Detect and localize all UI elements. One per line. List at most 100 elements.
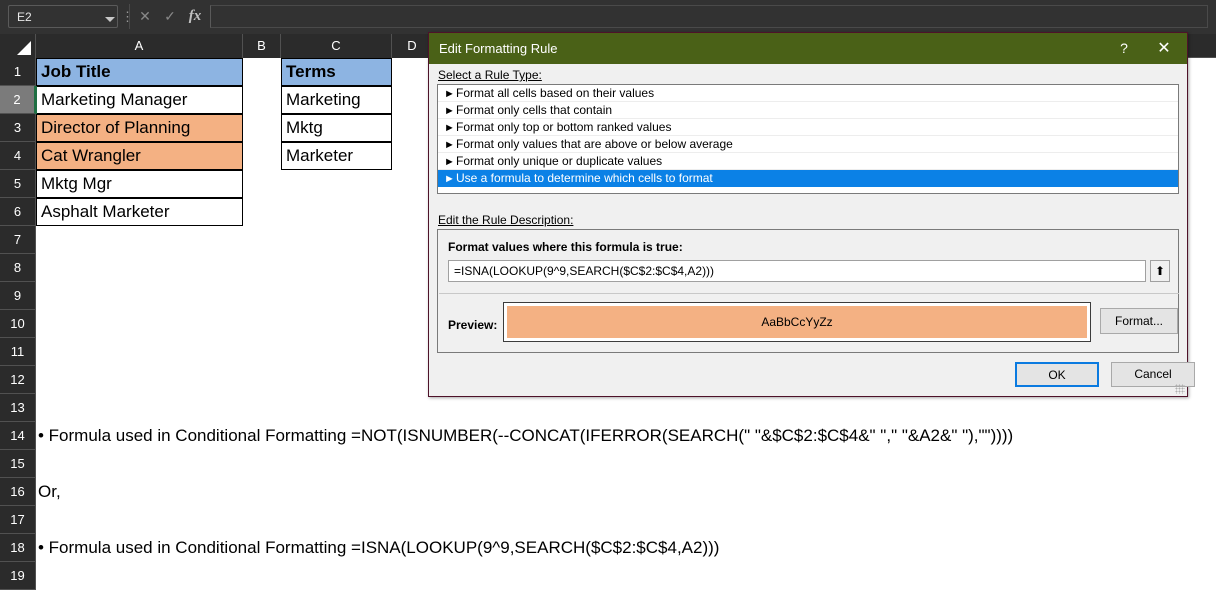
chevron-down-icon[interactable] (105, 17, 115, 22)
row-header-1[interactable]: 1 (0, 58, 36, 86)
rule-type-item-5[interactable]: ►Use a formula to determine which cells … (438, 170, 1178, 187)
row-header-label: 7 (13, 232, 22, 247)
select-all-button[interactable] (0, 34, 36, 58)
cell-text: • Formula used in Conditional Formatting… (38, 426, 1014, 445)
formula-bar-divider (129, 4, 130, 29)
preview-swatch-container: AaBbCcYyZz (503, 302, 1091, 342)
row-header-15[interactable]: 15 (0, 450, 36, 478)
cell-text: Mktg Mgr (41, 174, 112, 193)
row-header-label: 18 (10, 540, 25, 555)
formula-bar-drag-handle-icon[interactable]: ⋮ (121, 8, 134, 26)
cell-A4[interactable]: Cat Wrangler (36, 142, 243, 170)
column-header-b[interactable]: B (243, 34, 281, 58)
row-header-4[interactable]: 4 (0, 142, 36, 170)
row-header-label: 10 (10, 316, 25, 331)
insert-function-icon[interactable]: fx (183, 5, 207, 28)
cell-text: Marketing Manager (41, 90, 188, 109)
row-header-label: 14 (10, 428, 25, 443)
row-header-column: 1 2 3 4 5 6 7 8 9 10 11 12 13 14 15 16 17 18 19 (0, 58, 36, 590)
row-header-label: 3 (13, 120, 22, 135)
row-header-3[interactable]: 3 (0, 114, 36, 142)
row-header-5[interactable]: 5 (0, 170, 36, 198)
cell-A14[interactable]: • Formula used in Conditional Formatting… (38, 422, 1013, 450)
column-header-c[interactable]: C (281, 34, 392, 58)
row-header-13[interactable]: 13 (0, 394, 36, 422)
row-header-label: 11 (10, 344, 25, 359)
description-divider (439, 293, 1179, 294)
format-button[interactable]: Format... (1100, 308, 1178, 334)
cell-A5[interactable]: Mktg Mgr (36, 170, 243, 198)
cell-C3[interactable]: Mktg (281, 114, 392, 142)
format-values-formula-label: Format values where this formula is true… (448, 240, 683, 254)
edit-rule-description-label: Edit the Rule Description: (438, 213, 573, 227)
row-header-label: 19 (10, 568, 25, 583)
cell-text: Marketer (286, 146, 354, 165)
row-header-6[interactable]: 6 (0, 198, 36, 226)
row-header-label: 15 (10, 456, 25, 471)
row-header-19[interactable]: 19 (0, 562, 36, 590)
cell-A1[interactable]: Job Title (36, 58, 243, 86)
row-header-label: 1 (13, 64, 22, 79)
cell-A3[interactable]: Director of Planning (36, 114, 243, 142)
row-header-2[interactable]: 2 (0, 86, 36, 114)
rule-type-item-0[interactable]: ►Format all cells based on their values (438, 85, 1178, 102)
resize-grip-icon[interactable] (1175, 384, 1185, 394)
rule-type-item-2[interactable]: ►Format only top or bottom ranked values (438, 119, 1178, 136)
rule-formula-input[interactable]: =ISNA(LOOKUP(9^9,SEARCH($C$2:$C$4,A2))) (448, 260, 1146, 282)
formula-input[interactable] (210, 5, 1208, 28)
arrow-bullet-icon: ► (444, 88, 455, 100)
cell-text: Mktg (286, 118, 323, 137)
row-header-9[interactable]: 9 (0, 282, 36, 310)
check-icon[interactable]: ✓ (158, 5, 182, 28)
select-rule-type-label-text: Select a Rule Type: (438, 68, 542, 82)
row-header-label: 9 (13, 288, 22, 303)
arrow-bullet-icon: ► (444, 122, 455, 134)
dialog-title: Edit Formatting Rule (439, 41, 558, 56)
cell-text: Asphalt Marketer (41, 202, 170, 221)
row-header-14[interactable]: 14 (0, 422, 36, 450)
formula-bar-strip: E2 ⋮ ✕ ✓ fx (0, 0, 1216, 34)
column-header-d[interactable]: D (392, 34, 433, 58)
row-header-label: 6 (13, 204, 22, 219)
row-header-10[interactable]: 10 (0, 310, 36, 338)
rule-type-list[interactable]: ►Format all cells based on their values ►… (437, 84, 1179, 194)
cell-A16[interactable]: Or, (38, 478, 61, 506)
row-header-11[interactable]: 11 (0, 338, 36, 366)
cell-C4[interactable]: Marketer (281, 142, 392, 170)
cell-A2[interactable]: Marketing Manager (36, 86, 243, 114)
cell-text: Marketing (286, 90, 361, 109)
collapse-dialog-arrow-icon[interactable]: ⬆ (1150, 260, 1170, 282)
row-header-18[interactable]: 18 (0, 534, 36, 562)
row-header-17[interactable]: 17 (0, 506, 36, 534)
row-header-7[interactable]: 7 (0, 226, 36, 254)
rule-type-item-3[interactable]: ►Format only values that are above or be… (438, 136, 1178, 153)
row-header-16[interactable]: 16 (0, 478, 36, 506)
edit-formatting-rule-dialog: Edit Formatting Rule ? ✕ Select a Rule T… (428, 32, 1195, 397)
row-header-label: 4 (13, 148, 22, 163)
cell-text: Cat Wrangler (41, 146, 141, 165)
rule-type-label: Format only values that are above or bel… (456, 137, 733, 151)
cell-text: • Formula used in Conditional Formatting… (38, 538, 720, 557)
name-box[interactable]: E2 (8, 5, 118, 28)
close-icon[interactable]: ✕ (1147, 33, 1181, 64)
column-header-a[interactable]: A (36, 34, 243, 58)
cell-C1[interactable]: Terms (281, 58, 392, 86)
cell-A18[interactable]: • Formula used in Conditional Formatting… (38, 534, 719, 562)
row-header-12[interactable]: 12 (0, 366, 36, 394)
preview-label: Preview: (448, 318, 498, 332)
row-header-label: 13 (10, 400, 25, 415)
rule-type-label: Format only cells that contain (456, 103, 613, 117)
row-header-8[interactable]: 8 (0, 254, 36, 282)
rule-type-item-1[interactable]: ►Format only cells that contain (438, 102, 1178, 119)
dialog-titlebar[interactable]: Edit Formatting Rule ? ✕ (429, 33, 1187, 64)
close-icon[interactable]: ✕ (133, 5, 157, 28)
cell-C2[interactable]: Marketing (281, 86, 392, 114)
ok-button[interactable]: OK (1015, 362, 1099, 387)
rule-type-item-4[interactable]: ►Format only unique or duplicate values (438, 153, 1178, 170)
arrow-bullet-icon: ► (444, 173, 455, 185)
cell-A6[interactable]: Asphalt Marketer (36, 198, 243, 226)
row-header-label: 16 (10, 484, 25, 499)
rule-description-panel: Format values where this formula is true… (437, 229, 1179, 353)
preview-sample-text: AaBbCcYyZz (507, 306, 1087, 338)
help-icon[interactable]: ? (1107, 33, 1141, 64)
